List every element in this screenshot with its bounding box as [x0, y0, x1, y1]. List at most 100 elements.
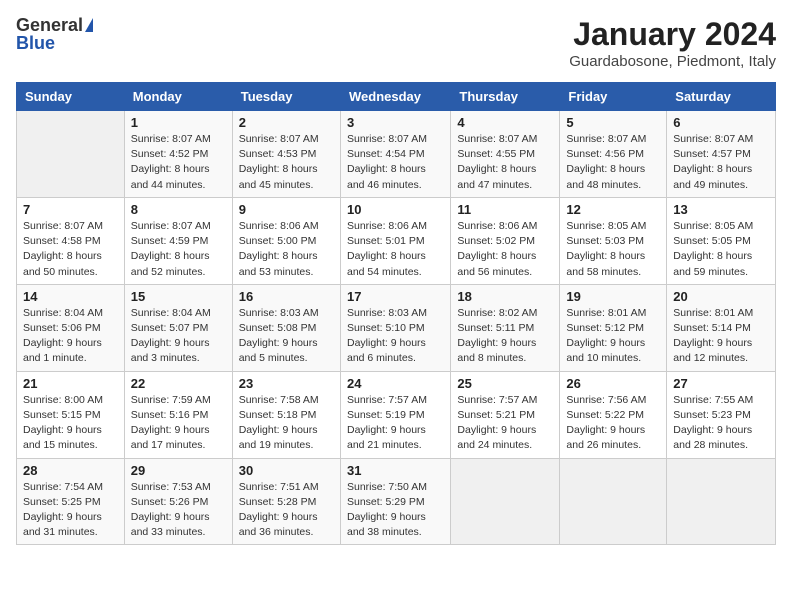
day-cell: 1 Sunrise: 8:07 AM Sunset: 4:52 PM Daylig… — [124, 111, 232, 198]
day-info: Sunrise: 8:07 AM Sunset: 4:57 PM Dayligh… — [673, 132, 769, 193]
day-number: 27 — [673, 376, 769, 391]
day-cell: 5 Sunrise: 8:07 AM Sunset: 4:56 PM Daylig… — [560, 111, 667, 198]
day-cell: 9 Sunrise: 8:06 AM Sunset: 5:00 PM Daylig… — [232, 197, 340, 284]
day-number: 21 — [23, 376, 118, 391]
day-number: 6 — [673, 115, 769, 130]
day-number: 17 — [347, 289, 444, 304]
day-cell: 16Sunrise: 8:03 AM Sunset: 5:08 PM Dayli… — [232, 284, 340, 371]
day-info: Sunrise: 8:07 AM Sunset: 4:55 PM Dayligh… — [457, 132, 553, 193]
header: General Blue January 2024 Guardabosone, … — [16, 16, 776, 70]
day-cell — [667, 458, 776, 545]
day-info: Sunrise: 7:55 AM Sunset: 5:23 PM Dayligh… — [673, 393, 769, 454]
day-info: Sunrise: 8:03 AM Sunset: 5:10 PM Dayligh… — [347, 306, 444, 367]
week-row-1: 7Sunrise: 8:07 AM Sunset: 4:58 PM Daylig… — [17, 197, 776, 284]
day-number: 15 — [131, 289, 226, 304]
day-info: Sunrise: 8:07 AM Sunset: 4:56 PM Dayligh… — [566, 132, 660, 193]
col-header-saturday: Saturday — [667, 83, 776, 111]
day-info: Sunrise: 8:05 AM Sunset: 5:05 PM Dayligh… — [673, 219, 769, 280]
day-info: Sunrise: 7:53 AM Sunset: 5:26 PM Dayligh… — [131, 480, 226, 541]
day-cell: 20 Sunrise: 8:01 AM Sunset: 5:14 PM Dayli… — [667, 284, 776, 371]
day-number: 26 — [566, 376, 660, 391]
day-cell: 21 Sunrise: 8:00 AM Sunset: 5:15 PM Dayli… — [17, 371, 125, 458]
day-number: 9 — [239, 202, 334, 217]
title-area: January 2024 Guardabosone, Piedmont, Ita… — [569, 16, 776, 70]
day-number: 11 — [457, 202, 553, 217]
day-cell: 3Sunrise: 8:07 AM Sunset: 4:54 PM Daylig… — [340, 111, 450, 198]
day-cell: 23 Sunrise: 7:58 AM Sunset: 5:18 PM Dayli… — [232, 371, 340, 458]
day-cell: 26 Sunrise: 7:56 AM Sunset: 5:22 PM Dayli… — [560, 371, 667, 458]
day-info: Sunrise: 8:07 AM Sunset: 4:52 PM Dayligh… — [131, 132, 226, 193]
day-cell: 30 Sunrise: 7:51 AM Sunset: 5:28 PM Dayli… — [232, 458, 340, 545]
day-cell: 10 Sunrise: 8:06 AM Sunset: 5:01 PM Dayli… — [340, 197, 450, 284]
day-number: 14 — [23, 289, 118, 304]
day-cell: 11Sunrise: 8:06 AM Sunset: 5:02 PM Dayli… — [451, 197, 560, 284]
day-cell: 22Sunrise: 7:59 AM Sunset: 5:16 PM Dayli… — [124, 371, 232, 458]
logo-triangle-icon — [85, 18, 93, 32]
day-cell: 31 Sunrise: 7:50 AM Sunset: 5:29 PM Dayli… — [340, 458, 450, 545]
day-cell: 28 Sunrise: 7:54 AM Sunset: 5:25 PM Dayli… — [17, 458, 125, 545]
day-cell: 13 Sunrise: 8:05 AM Sunset: 5:05 PM Dayli… — [667, 197, 776, 284]
day-info: Sunrise: 8:07 AM Sunset: 4:53 PM Dayligh… — [239, 132, 334, 193]
day-number: 23 — [239, 376, 334, 391]
day-number: 10 — [347, 202, 444, 217]
day-number: 30 — [239, 463, 334, 478]
col-header-tuesday: Tuesday — [232, 83, 340, 111]
day-info: Sunrise: 8:06 AM Sunset: 5:01 PM Dayligh… — [347, 219, 444, 280]
calendar-location: Guardabosone, Piedmont, Italy — [569, 53, 776, 70]
day-number: 2 — [239, 115, 334, 130]
day-cell: 24Sunrise: 7:57 AM Sunset: 5:19 PM Dayli… — [340, 371, 450, 458]
week-row-2: 14 Sunrise: 8:04 AM Sunset: 5:06 PM Dayli… — [17, 284, 776, 371]
day-info: Sunrise: 7:57 AM Sunset: 5:21 PM Dayligh… — [457, 393, 553, 454]
day-number: 29 — [131, 463, 226, 478]
day-number: 5 — [566, 115, 660, 130]
day-info: Sunrise: 8:05 AM Sunset: 5:03 PM Dayligh… — [566, 219, 660, 280]
day-info: Sunrise: 7:54 AM Sunset: 5:25 PM Dayligh… — [23, 480, 118, 541]
day-cell: 18Sunrise: 8:02 AM Sunset: 5:11 PM Dayli… — [451, 284, 560, 371]
day-cell: 14 Sunrise: 8:04 AM Sunset: 5:06 PM Dayli… — [17, 284, 125, 371]
calendar-table: SundayMondayTuesdayWednesdayThursdayFrid… — [16, 82, 776, 545]
day-info: Sunrise: 8:04 AM Sunset: 5:06 PM Dayligh… — [23, 306, 118, 367]
logo-blue-text: Blue — [16, 34, 55, 52]
col-header-sunday: Sunday — [17, 83, 125, 111]
calendar-title: January 2024 — [569, 16, 776, 53]
day-number: 1 — [131, 115, 226, 130]
day-number: 25 — [457, 376, 553, 391]
day-number: 4 — [457, 115, 553, 130]
day-info: Sunrise: 8:06 AM Sunset: 5:00 PM Dayligh… — [239, 219, 334, 280]
week-row-0: 1 Sunrise: 8:07 AM Sunset: 4:52 PM Daylig… — [17, 111, 776, 198]
day-info: Sunrise: 7:50 AM Sunset: 5:29 PM Dayligh… — [347, 480, 444, 541]
day-cell: 6 Sunrise: 8:07 AM Sunset: 4:57 PM Daylig… — [667, 111, 776, 198]
col-header-wednesday: Wednesday — [340, 83, 450, 111]
day-number: 28 — [23, 463, 118, 478]
logo: General Blue — [16, 16, 93, 52]
day-number: 31 — [347, 463, 444, 478]
week-row-4: 28 Sunrise: 7:54 AM Sunset: 5:25 PM Dayli… — [17, 458, 776, 545]
week-row-3: 21 Sunrise: 8:00 AM Sunset: 5:15 PM Dayli… — [17, 371, 776, 458]
day-cell: 17 Sunrise: 8:03 AM Sunset: 5:10 PM Dayli… — [340, 284, 450, 371]
day-info: Sunrise: 7:51 AM Sunset: 5:28 PM Dayligh… — [239, 480, 334, 541]
day-cell: 7Sunrise: 8:07 AM Sunset: 4:58 PM Daylig… — [17, 197, 125, 284]
day-number: 13 — [673, 202, 769, 217]
day-info: Sunrise: 8:07 AM Sunset: 4:54 PM Dayligh… — [347, 132, 444, 193]
day-info: Sunrise: 8:01 AM Sunset: 5:14 PM Dayligh… — [673, 306, 769, 367]
day-cell: 12Sunrise: 8:05 AM Sunset: 5:03 PM Dayli… — [560, 197, 667, 284]
col-header-monday: Monday — [124, 83, 232, 111]
day-info: Sunrise: 7:56 AM Sunset: 5:22 PM Dayligh… — [566, 393, 660, 454]
day-cell: 2 Sunrise: 8:07 AM Sunset: 4:53 PM Daylig… — [232, 111, 340, 198]
day-info: Sunrise: 8:04 AM Sunset: 5:07 PM Dayligh… — [131, 306, 226, 367]
day-info: Sunrise: 8:07 AM Sunset: 4:58 PM Dayligh… — [23, 219, 118, 280]
day-cell: 19 Sunrise: 8:01 AM Sunset: 5:12 PM Dayli… — [560, 284, 667, 371]
day-cell: 25 Sunrise: 7:57 AM Sunset: 5:21 PM Dayli… — [451, 371, 560, 458]
day-info: Sunrise: 7:59 AM Sunset: 5:16 PM Dayligh… — [131, 393, 226, 454]
day-info: Sunrise: 8:01 AM Sunset: 5:12 PM Dayligh… — [566, 306, 660, 367]
day-cell: 27 Sunrise: 7:55 AM Sunset: 5:23 PM Dayli… — [667, 371, 776, 458]
day-info: Sunrise: 8:00 AM Sunset: 5:15 PM Dayligh… — [23, 393, 118, 454]
day-info: Sunrise: 7:57 AM Sunset: 5:19 PM Dayligh… — [347, 393, 444, 454]
day-number: 19 — [566, 289, 660, 304]
day-number: 20 — [673, 289, 769, 304]
day-info: Sunrise: 8:02 AM Sunset: 5:11 PM Dayligh… — [457, 306, 553, 367]
day-number: 8 — [131, 202, 226, 217]
day-info: Sunrise: 7:58 AM Sunset: 5:18 PM Dayligh… — [239, 393, 334, 454]
day-number: 16 — [239, 289, 334, 304]
col-header-friday: Friday — [560, 83, 667, 111]
